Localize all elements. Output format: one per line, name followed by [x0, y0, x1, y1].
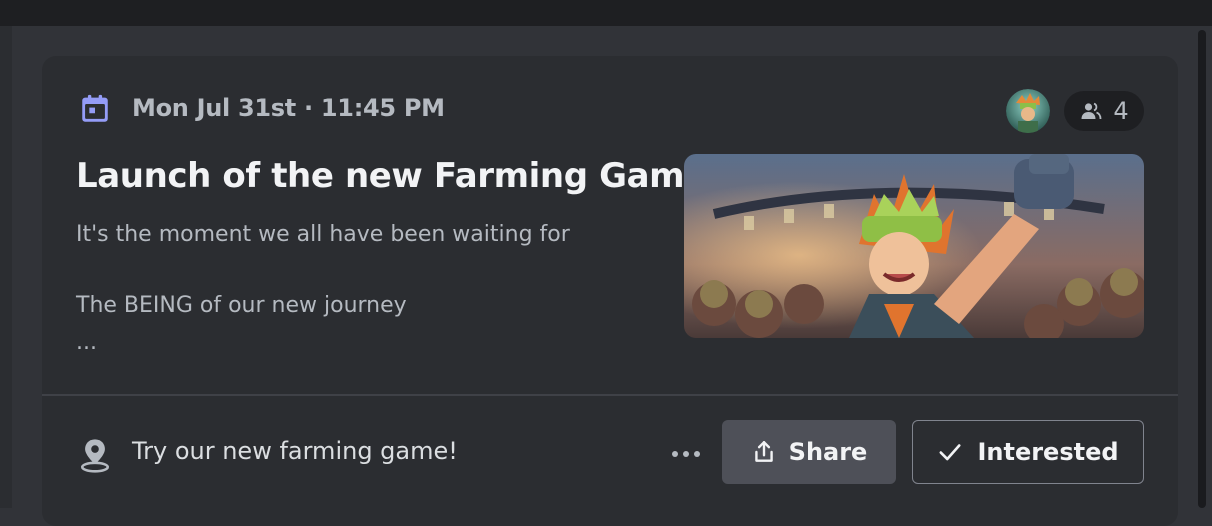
interested-count-badge[interactable]: 4 — [1064, 91, 1144, 131]
event-cover-image[interactable] — [684, 154, 1144, 338]
event-description-line: It's the moment we all have been waiting… — [76, 222, 570, 247]
event-card[interactable]: Mon Jul 31st · 11:45 PM 4 Launch of the … — [42, 56, 1178, 526]
location-pin-icon — [80, 439, 110, 473]
left-edge-panel — [0, 26, 12, 508]
checkmark-icon — [939, 444, 961, 461]
share-icon — [754, 441, 773, 462]
interested-button[interactable]: Interested — [912, 420, 1144, 484]
dot — [694, 451, 700, 457]
event-location[interactable]: Try our new farming game! — [132, 437, 458, 465]
event-date-time: Mon Jul 31st · 11:45 PM — [132, 94, 445, 122]
calendar-icon — [82, 94, 108, 122]
more-options-icon[interactable] — [664, 434, 708, 474]
interested-button-label: Interested — [977, 438, 1119, 466]
event-description-ellipsis: ... — [76, 330, 97, 355]
share-button-label: Share — [788, 438, 868, 466]
event-card-top: Mon Jul 31st · 11:45 PM 4 Launch of the … — [42, 56, 1178, 396]
interested-count: 4 — [1113, 97, 1129, 125]
event-description-line: The BEING of our new journey — [76, 293, 407, 318]
avatar[interactable] — [1006, 89, 1050, 133]
top-bar — [0, 0, 1212, 26]
share-button[interactable]: Share — [722, 420, 896, 484]
dot — [672, 451, 678, 457]
scrollbar[interactable] — [1198, 30, 1206, 508]
event-title[interactable]: Launch of the new Farming Game — [76, 156, 707, 196]
card-divider — [42, 394, 1178, 396]
dot — [683, 451, 689, 457]
people-icon — [1081, 102, 1102, 120]
